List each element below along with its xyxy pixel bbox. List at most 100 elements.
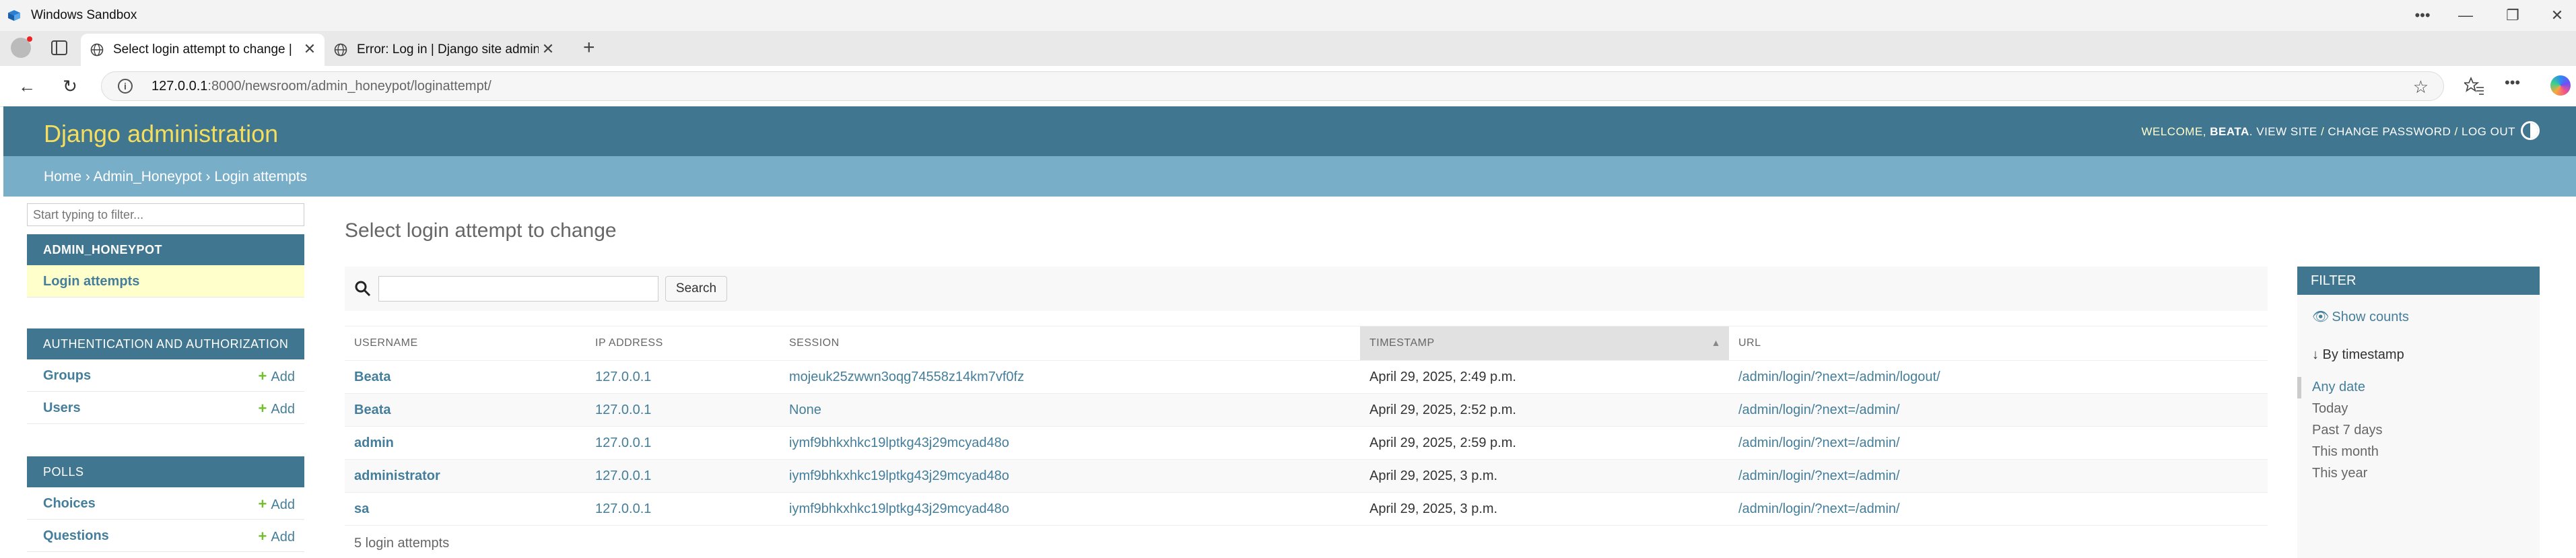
search-input[interactable] (378, 276, 658, 302)
session-cell[interactable]: iymf9bhkxhkc19lptkg43j29mcyad48o (780, 459, 1360, 493)
window-title-bar: Windows Sandbox ••• — ❐ ✕ (0, 0, 2576, 31)
globe-icon (90, 43, 104, 57)
filter-option-past-7-days[interactable]: Past 7 days (2312, 423, 2383, 438)
filter-option-today[interactable]: Today (2312, 401, 2348, 417)
more-icon[interactable]: ••• (2409, 4, 2436, 27)
filter-option-this-month[interactable]: This month (2312, 444, 2379, 460)
model-link[interactable]: Groups (43, 368, 91, 384)
search-button[interactable]: Search (665, 276, 727, 302)
windows-sandbox-icon (8, 10, 20, 21)
table-row: admin 127.0.0.1 iymf9bhkxhkc19lptkg43j29… (345, 426, 2268, 460)
tab-login-attempts[interactable]: Select login attempt to change | D ✕ (81, 34, 325, 66)
sort-ascending-icon[interactable]: ▲ (1711, 337, 1721, 348)
user-tools: WELCOME, BEATA. VIEW SITE / CHANGE PASSW… (2141, 125, 2515, 138)
ip-address-cell[interactable]: 127.0.0.1 (586, 360, 780, 394)
restore-button[interactable]: ❐ (2499, 4, 2526, 27)
change-password-link[interactable]: CHANGE PASSWORD (2328, 125, 2451, 138)
sidebar-item-users: Users + Add (27, 392, 304, 424)
column-header-url[interactable]: URL (1729, 326, 2268, 361)
column-header-session[interactable]: SESSION (780, 326, 1360, 361)
close-tab-icon[interactable]: ✕ (539, 40, 557, 58)
column-header-timestamp[interactable]: TIMESTAMP ▲ (1360, 326, 1729, 361)
close-tab-icon[interactable]: ✕ (300, 40, 319, 58)
model-link[interactable]: Login attempts (43, 274, 139, 289)
table-row: Beata 127.0.0.1 None April 29, 2025, 2:5… (345, 393, 2268, 427)
add-questions-button[interactable]: + Add (259, 528, 295, 545)
column-header-username[interactable]: USERNAME (345, 326, 586, 361)
model-link[interactable]: Users (43, 400, 81, 416)
sidebar-filter-input[interactable] (27, 203, 304, 226)
search-icon (355, 281, 371, 297)
close-window-button[interactable]: ✕ (2544, 4, 2571, 27)
site-info-icon[interactable]: i (118, 79, 133, 94)
model-link[interactable]: Questions (43, 528, 109, 544)
copilot-icon[interactable] (2550, 75, 2571, 96)
timestamp-cell: April 29, 2025, 2:52 p.m. (1360, 393, 1729, 427)
username-link[interactable]: administrator (345, 459, 586, 493)
ip-address-cell[interactable]: 127.0.0.1 (586, 492, 780, 526)
settings-more-icon[interactable]: ••• (2505, 74, 2520, 92)
app-caption-auth[interactable]: AUTHENTICATION AND AUTHORIZATION (27, 328, 304, 359)
username-link[interactable]: sa (345, 492, 586, 526)
window-title: Windows Sandbox (31, 8, 137, 22)
log-out-link[interactable]: LOG OUT (2462, 125, 2515, 138)
theme-toggle-icon[interactable] (2521, 121, 2540, 140)
timestamp-cell: April 29, 2025, 2:49 p.m. (1360, 360, 1729, 394)
welcome-text: WELCOME, (2141, 125, 2207, 138)
new-tab-button[interactable]: + (583, 36, 595, 59)
ip-address-cell[interactable]: 127.0.0.1 (586, 426, 780, 460)
app-caption-admin-honeypot[interactable]: ADMIN_HONEYPOT (27, 234, 304, 265)
username-link[interactable]: Beata (345, 360, 586, 394)
url-field[interactable]: i 127.0.0.1:8000/newsroom/admin_honeypot… (101, 71, 2444, 101)
plus-icon: + (258, 368, 267, 384)
breadcrumb-home[interactable]: Home (44, 169, 81, 184)
url-cell[interactable]: /admin/login/?next=/admin/ (1729, 492, 2268, 526)
url-text[interactable]: 127.0.0.1:8000/newsroom/admin_honeypot/l… (151, 79, 492, 94)
favorites-icon[interactable] (2464, 77, 2484, 96)
username-link[interactable]: Beata (345, 393, 586, 427)
tab-error-login[interactable]: Error: Log in | Django site admin ✕ (325, 34, 568, 66)
show-counts-link[interactable]: 👁 Show counts (2312, 308, 2409, 325)
view-site-link[interactable]: VIEW SITE (2256, 125, 2317, 138)
timestamp-cell: April 29, 2025, 3 p.m. (1360, 459, 1729, 493)
favorite-star-icon[interactable]: ☆ (2413, 77, 2429, 98)
url-cell[interactable]: /admin/login/?next=/admin/logout/ (1729, 360, 2268, 394)
column-header-ip-address[interactable]: IP ADDRESS (586, 326, 780, 361)
browser-tab-strip: Select login attempt to change | D ✕ Err… (0, 31, 2576, 66)
add-users-button[interactable]: + Add (259, 400, 295, 417)
plus-icon: + (258, 495, 267, 512)
breadcrumb-app[interactable]: Admin_Honeypot (94, 169, 202, 184)
session-cell[interactable]: iymf9bhkxhkc19lptkg43j29mcyad48o (780, 492, 1360, 526)
add-groups-button[interactable]: + Add (259, 368, 295, 385)
filter-by-timestamp-toggle[interactable]: ↓ By timestamp (2312, 347, 2404, 363)
url-cell[interactable]: /admin/login/?next=/admin/ (1729, 426, 2268, 460)
url-cell[interactable]: /admin/login/?next=/admin/ (1729, 459, 2268, 493)
add-choices-button[interactable]: + Add (259, 495, 295, 513)
timestamp-cell: April 29, 2025, 3 p.m. (1360, 492, 1729, 526)
reload-icon[interactable]: ↻ (58, 74, 82, 98)
site-branding[interactable]: Django administration (44, 120, 278, 148)
username-link[interactable]: admin (345, 426, 586, 460)
session-cell[interactable]: iymf9bhkxhkc19lptkg43j29mcyad48o (780, 426, 1360, 460)
model-link[interactable]: Choices (43, 496, 96, 512)
results-table: USERNAME IP ADDRESS SESSION TIMESTAMP ▲ U… (345, 326, 2268, 526)
breadcrumb-current: Login attempts (214, 169, 308, 184)
sidebar-item-questions: Questions + Add (27, 520, 304, 552)
session-cell[interactable]: mojeuk25zwwn3oqg74558z14km7vf0fz (780, 360, 1360, 394)
address-bar-row: ← ↻ i 127.0.0.1:8000/newsroom/admin_hone… (0, 66, 2576, 107)
sidebar-item-login-attempts[interactable]: Login attempts (27, 265, 304, 298)
username-text: BEATA (2210, 125, 2249, 138)
session-cell[interactable]: None (780, 393, 1360, 427)
breadcrumb: Home › Admin_Honeypot › Login attempts (3, 156, 2576, 197)
ip-address-cell[interactable]: 127.0.0.1 (586, 393, 780, 427)
back-arrow-icon[interactable]: ← (15, 74, 39, 98)
minimize-button[interactable]: — (2452, 4, 2479, 27)
ip-address-cell[interactable]: 127.0.0.1 (586, 459, 780, 493)
url-cell[interactable]: /admin/login/?next=/admin/ (1729, 393, 2268, 427)
plus-icon: + (258, 528, 267, 545)
filter-option-any-date[interactable]: Any date (2312, 380, 2365, 395)
table-row: administrator 127.0.0.1 iymf9bhkxhkc19lp… (345, 459, 2268, 493)
app-caption-polls[interactable]: POLLS (27, 456, 304, 487)
tab-actions-icon[interactable] (51, 40, 67, 55)
filter-option-this-year[interactable]: This year (2312, 466, 2367, 481)
